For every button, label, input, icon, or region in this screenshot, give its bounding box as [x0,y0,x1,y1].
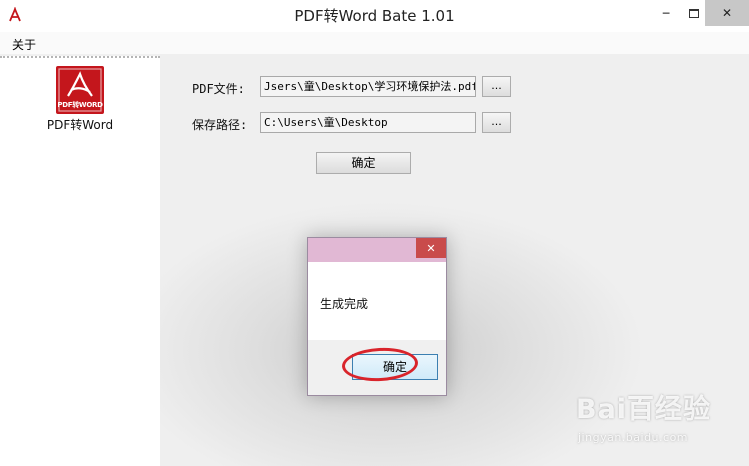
window-title: PDF转Word Bate 1.01 [294,7,455,25]
save-path-browse-button[interactable]: ... [482,112,511,133]
dialog-close-button[interactable]: ✕ [416,238,446,258]
close-button[interactable]: ✕ [705,0,749,26]
watermark-domain: jingyan.baidu.com [578,431,689,444]
maximize-button[interactable] [680,0,708,26]
menu-bar: 关于 [0,32,749,54]
minimize-icon: ─ [662,6,670,20]
pdf-file-input[interactable]: Jsers\童\Desktop\学习环境保护法.pdf [260,76,476,97]
save-path-input[interactable]: C:\Users\童\Desktop [260,112,476,133]
maximize-icon [689,8,699,18]
watermark: Bai百经验 jingyan.baidu.com [576,385,746,463]
dialog-message: 生成完成 [320,297,369,311]
close-icon: ✕ [721,6,733,20]
sidebar: PDF转WORD PDF转Word [0,56,160,466]
sidebar-item-label: PDF转Word [46,118,114,132]
pdf-browse-button[interactable]: ... [482,76,511,97]
pdf-file-label: PDF文件: [192,82,245,96]
sidebar-item-pdf-to-word[interactable]: PDF转WORD PDF转Word [40,66,120,134]
minimize-button[interactable]: ─ [652,0,680,26]
close-icon: ✕ [426,241,436,255]
confirm-button[interactable]: 确定 [316,152,411,174]
save-path-label: 保存路径: [192,118,248,132]
dialog-title-bar: ✕ [308,238,446,262]
title-bar: PDF转Word Bate 1.01 ─ ✕ [0,0,749,32]
pdf-logo-text: PDF转WORD [57,101,103,109]
watermark-brand: Bai百经验 [576,394,712,425]
pdf-logo-icon: PDF转WORD [56,66,104,114]
menu-item-about[interactable]: 关于 [12,36,36,53]
